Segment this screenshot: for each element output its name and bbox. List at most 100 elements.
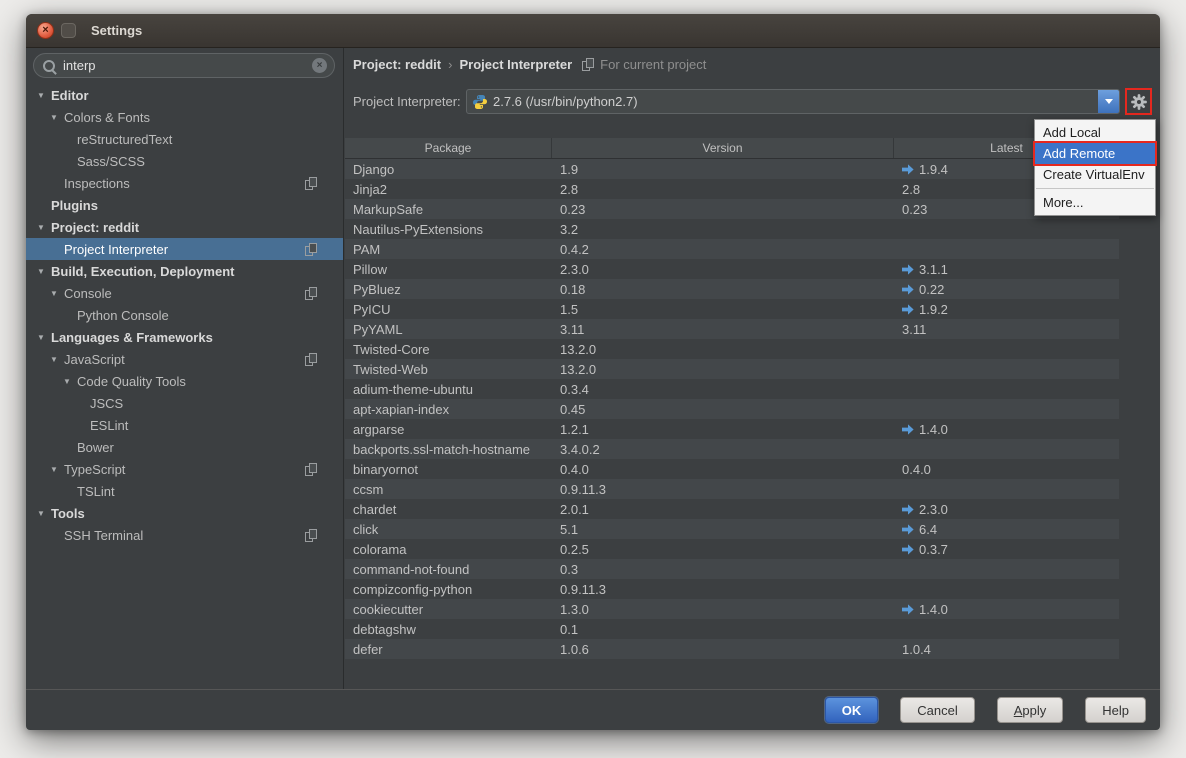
package-row-dirspec[interactable]: dirspec13.1013.08 [345,659,1119,664]
package-row-jinja2[interactable]: Jinja22.82.8 [345,179,1119,199]
tree-item-tools[interactable]: ▼Tools [26,502,343,524]
latest-version-text: 0.4.0 [902,462,931,477]
breadcrumb-project[interactable]: Project: reddit [353,57,441,72]
package-version: 1.5 [552,302,894,317]
tree-item-bower[interactable]: Bower [26,436,343,458]
package-row-debtagshw[interactable]: debtagshw0.1 [345,619,1119,639]
package-row-cookiecutter[interactable]: cookiecutter1.3.01.4.0 [345,599,1119,619]
modified-settings-icon [305,177,317,190]
upgrade-arrow-icon [902,544,914,555]
package-row-twisted-web[interactable]: Twisted-Web13.2.0 [345,359,1119,379]
tree-item-label: Tools [51,506,85,521]
interpreter-gear-button[interactable] [1130,93,1148,111]
help-button[interactable]: Help [1085,697,1146,723]
tree-item-inspections[interactable]: Inspections [26,172,343,194]
expand-arrow-icon[interactable]: ▼ [50,355,64,364]
package-row-markupsafe[interactable]: MarkupSafe0.230.23 [345,199,1119,219]
menu-item-add-local[interactable]: Add Local [1035,122,1155,143]
expand-arrow-icon[interactable]: ▼ [37,223,51,232]
expand-arrow-icon[interactable]: ▼ [37,509,51,518]
cancel-button[interactable]: Cancel [900,697,974,723]
package-latest: 1.9.2 [894,302,1119,317]
breadcrumb-note-text: For current project [600,57,706,72]
tree-item-javascript[interactable]: ▼JavaScript [26,348,343,370]
tree-item-jscs[interactable]: JSCS [26,392,343,414]
menu-item-create-virtualenv[interactable]: Create VirtualEnv [1035,164,1155,185]
expand-arrow-icon[interactable]: ▼ [37,333,51,342]
tree-item-project-interpreter[interactable]: Project Interpreter [26,238,343,260]
apply-button[interactable]: Apply [997,697,1064,723]
upgrade-arrow-icon [902,504,914,515]
tree-item-ssh-terminal[interactable]: SSH Terminal [26,524,343,546]
tree-item-label: TSLint [77,484,115,499]
package-name: binaryornot [345,462,552,477]
package-row-argparse[interactable]: argparse1.2.11.4.0 [345,419,1119,439]
package-version: 13.2.0 [552,362,894,377]
search-input[interactable] [61,57,306,74]
menu-item-more[interactable]: More... [1035,192,1155,213]
expand-arrow-icon[interactable]: ▼ [63,377,77,386]
package-row-defer[interactable]: defer1.0.61.0.4 [345,639,1119,659]
tree-item-console[interactable]: ▼Console [26,282,343,304]
package-version: 13.10 [552,662,894,665]
latest-version-text: 1.4.0 [919,422,948,437]
package-row-command-not-found[interactable]: command-not-found0.3 [345,559,1119,579]
interpreter-label: Project Interpreter: [353,94,461,109]
tree-item-colors-fonts[interactable]: ▼Colors & Fonts [26,106,343,128]
tree-item-eslint[interactable]: ESLint [26,414,343,436]
column-header-version[interactable]: Version [552,138,894,158]
tree-item-project-reddit[interactable]: ▼Project: reddit [26,216,343,238]
package-row-pyicu[interactable]: PyICU1.51.9.2 [345,299,1119,319]
package-name: adium-theme-ubuntu [345,382,552,397]
menu-item-add-remote[interactable]: Add Remote [1035,143,1155,164]
package-version: 2.3.0 [552,262,894,277]
expand-arrow-icon[interactable]: ▼ [50,289,64,298]
package-row-compizconfig-python[interactable]: compizconfig-python0.9.11.3 [345,579,1119,599]
clear-search-icon[interactable]: × [312,58,327,73]
package-row-pybluez[interactable]: PyBluez0.180.22 [345,279,1119,299]
package-row-pyyaml[interactable]: PyYAML3.113.11 [345,319,1119,339]
expand-arrow-icon[interactable]: ▼ [50,465,64,474]
settings-tree: ▼Editor▼Colors & FontsreStructuredTextSa… [26,84,343,546]
tree-item-typescript[interactable]: ▼TypeScript [26,458,343,480]
column-header-package[interactable]: Package [345,138,552,158]
breadcrumb-page[interactable]: Project Interpreter [459,57,572,72]
package-version: 0.9.11.3 [552,482,894,497]
package-row-pillow[interactable]: Pillow2.3.03.1.1 [345,259,1119,279]
ok-button[interactable]: OK [825,697,879,723]
package-row-adium-theme-ubuntu[interactable]: adium-theme-ubuntu0.3.4 [345,379,1119,399]
latest-version-text: 3.1.1 [919,262,948,277]
tree-item-tslint[interactable]: TSLint [26,480,343,502]
package-row-binaryornot[interactable]: binaryornot0.4.00.4.0 [345,459,1119,479]
package-row-pam[interactable]: PAM0.4.2 [345,239,1119,259]
tree-item-plugins[interactable]: Plugins [26,194,343,216]
tree-item-build-execution-deployment[interactable]: ▼Build, Execution, Deployment [26,260,343,282]
package-row-django[interactable]: Django1.91.9.4 [345,159,1119,179]
tree-item-restructuredtext[interactable]: reStructuredText [26,128,343,150]
package-row-apt-xapian-index[interactable]: apt-xapian-index0.45 [345,399,1119,419]
combobox-dropdown-button[interactable] [1098,90,1119,113]
package-row-click[interactable]: click5.16.4 [345,519,1119,539]
window-menu-button[interactable] [61,23,76,38]
package-row-nautilus-pyextensions[interactable]: Nautilus-PyExtensions3.2 [345,219,1119,239]
interpreter-combobox[interactable]: 2.7.6 (/usr/bin/python2.7) [466,89,1120,114]
expand-arrow-icon[interactable]: ▼ [37,267,51,276]
window-close-button[interactable]: × [37,22,54,39]
expand-arrow-icon[interactable]: ▼ [50,113,64,122]
expand-arrow-icon[interactable]: ▼ [37,91,51,100]
tree-item-sass-scss[interactable]: Sass/SCSS [26,150,343,172]
menu-separator [1036,188,1154,189]
package-row-chardet[interactable]: chardet2.0.12.3.0 [345,499,1119,519]
package-row-colorama[interactable]: colorama0.2.50.3.7 [345,539,1119,559]
tree-item-code-quality-tools[interactable]: ▼Code Quality Tools [26,370,343,392]
package-version: 0.4.2 [552,242,894,257]
settings-dialog: × Settings × ▼Editor▼Colors & FontsreStr… [26,14,1160,730]
python-icon [472,94,488,110]
package-row-twisted-core[interactable]: Twisted-Core13.2.0 [345,339,1119,359]
package-row-backports-ssl-match-hostname[interactable]: backports.ssl-match-hostname3.4.0.2 [345,439,1119,459]
package-row-ccsm[interactable]: ccsm0.9.11.3 [345,479,1119,499]
tree-item-editor[interactable]: ▼Editor [26,84,343,106]
tree-item-python-console[interactable]: Python Console [26,304,343,326]
settings-search-field[interactable]: × [33,53,335,78]
tree-item-languages-frameworks[interactable]: ▼Languages & Frameworks [26,326,343,348]
